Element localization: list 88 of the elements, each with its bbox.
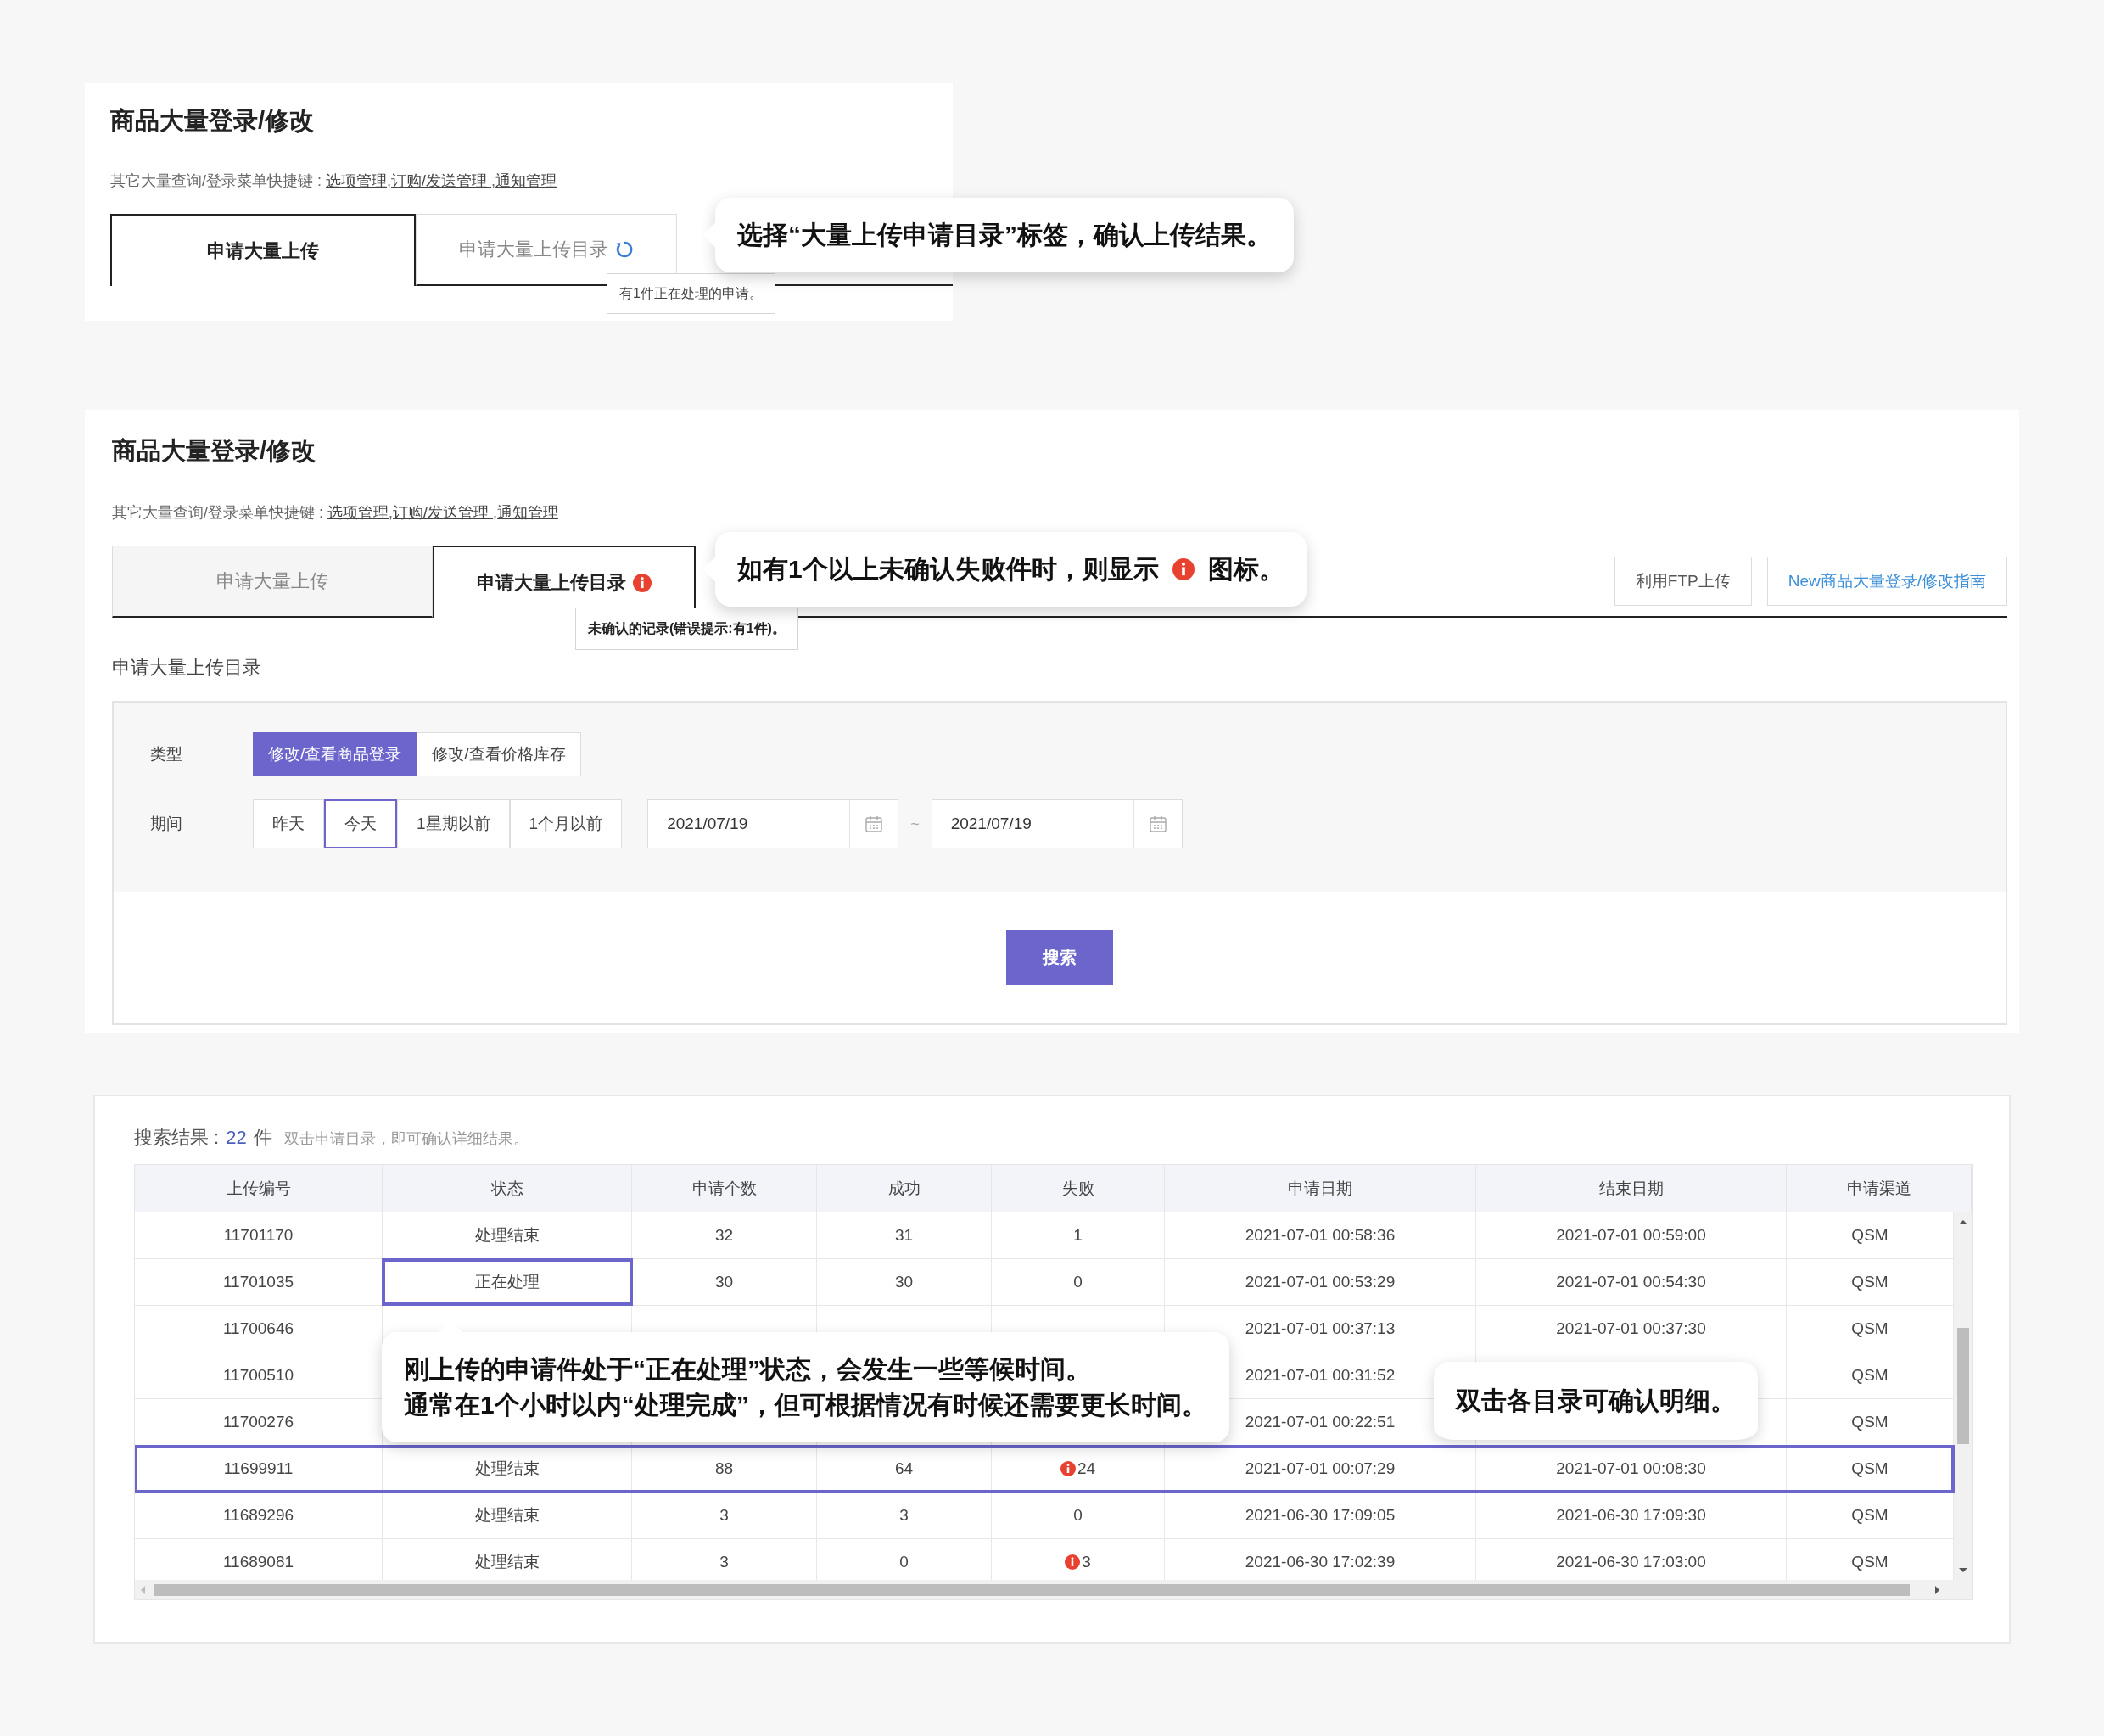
type-option[interactable]: 修改/查看商品登录	[253, 732, 417, 776]
callout-text: 选择“大量上传申请目录”标签，确认上传结果。	[737, 219, 1272, 250]
result-label: 搜索结果 :	[134, 1126, 220, 1150]
filter-label: 期间	[150, 814, 183, 834]
section-title: 申请大量上传目录	[112, 656, 261, 680]
table-cell: 30	[817, 1259, 992, 1305]
shortcut-link[interactable]: 选项管理	[326, 172, 387, 189]
page-title: 商品大量登录/修改	[112, 436, 317, 466]
table-row[interactable]: 11699911 处理结束 88 64 24 2021-07-01 00:07:29 2021-07-01 00:08:30 QSM	[135, 1446, 1954, 1492]
table-cell: 2021-07-01 00:54:30	[1476, 1259, 1787, 1305]
column-header: 失败	[992, 1165, 1165, 1212]
shortcut-link[interactable]: 选项管理	[327, 504, 389, 521]
table-cell: 11701170	[135, 1212, 383, 1258]
tooltip: 未确认的记录(错误提示:有1件)。	[575, 608, 798, 650]
result-hint: 双击申请目录，即可确认详细结果。	[283, 1129, 529, 1149]
vertical-scrollbar[interactable]	[1954, 1212, 1972, 1580]
table-cell: 正在处理	[383, 1259, 632, 1305]
table-cell: 2021-07-01 00:59:00	[1476, 1212, 1787, 1258]
period-option[interactable]: 今天	[324, 799, 397, 848]
table-cell: 2021-07-01 00:08:30	[1476, 1446, 1787, 1492]
shortcut-link[interactable]: 订购/发送管理	[391, 172, 492, 189]
column-header: 上传编号	[135, 1165, 383, 1212]
date-field[interactable]: 2021/07/19	[931, 799, 1183, 848]
column-header: 申请渠道	[1787, 1165, 1972, 1212]
date-field[interactable]: 2021/07/19	[647, 799, 899, 848]
tab[interactable]: 申请大量上传目录	[416, 214, 677, 286]
shortcut-text: 其它大量查询/登录菜单快捷键 : 选项管理,订购/发送管理 ,通知管理	[110, 171, 558, 191]
table-cell: 处理结束	[383, 1212, 632, 1258]
guide-button[interactable]: New商品大量登录/修改指南	[1766, 557, 2007, 606]
table-cell: 2021-06-30 17:09:30	[1476, 1492, 1787, 1538]
calendar-icon	[1148, 815, 1167, 833]
table-row[interactable]: 11689296 处理结束 3 3 0 2021-06-30 17:09:05 2021-06-30 17:09:30 QSM	[135, 1492, 1954, 1539]
column-header: 申请日期	[1165, 1165, 1476, 1212]
column-header: 成功	[817, 1165, 992, 1212]
callout-text: 刚上传的申请件处于“正在处理”状态，会发生一些等候时间。	[404, 1354, 1091, 1385]
table-cell: 2021-07-01 00:58:36	[1165, 1212, 1476, 1258]
table-cell: 处理结束	[383, 1446, 632, 1492]
shortcut-link[interactable]: 通知管理	[497, 504, 559, 521]
callout-text: 如有1个以上未确认失败件时，则显示 图标。	[737, 553, 1285, 585]
tab[interactable]: 申请大量上传	[110, 214, 416, 286]
page-title: 商品大量登录/修改	[110, 106, 316, 136]
table-cell: 3	[632, 1492, 817, 1538]
shortcut-link[interactable]: 订购/发送管理	[393, 504, 494, 521]
table-cell: 11689296	[135, 1492, 383, 1538]
table-cell: 30	[632, 1259, 817, 1305]
table-cell: 处理结束	[383, 1492, 632, 1538]
loading-spinner-icon	[615, 240, 634, 259]
alert-icon	[1060, 1461, 1076, 1476]
table-cell: 2021-07-01 00:37:30	[1476, 1306, 1787, 1352]
table-cell: 11699911	[135, 1446, 383, 1492]
table-cell: 3	[817, 1492, 992, 1538]
result-unit: 件	[253, 1126, 272, 1150]
tab[interactable]: 申请大量上传目录	[433, 546, 696, 618]
table-row[interactable]: 11701170 处理结束 32 31 1 2021-07-01 00:58:36 2021-07-01 00:59:00 QSM	[135, 1212, 1954, 1259]
tooltip: 有1件正在处理的申请。	[607, 273, 775, 314]
table-cell: QSM	[1787, 1446, 1954, 1492]
alert-icon	[1065, 1554, 1081, 1570]
horizontal-scrollbar[interactable]	[135, 1580, 1972, 1599]
range-separator: ~	[910, 815, 920, 833]
table-cell: 24	[992, 1446, 1165, 1492]
period-option[interactable]: 1星期以前	[397, 799, 510, 848]
table-cell: 11701035	[135, 1259, 383, 1305]
type-option[interactable]: 修改/查看价格库存	[417, 732, 581, 776]
calendar-icon	[865, 815, 884, 833]
ftp-upload-button[interactable]: 利用FTP上传	[1614, 557, 1752, 606]
table-cell: 2021-07-01 00:53:29	[1165, 1259, 1476, 1305]
column-header: 状态	[383, 1165, 632, 1212]
column-header: 申请个数	[632, 1165, 817, 1212]
period-option[interactable]: 1个月以前	[509, 799, 623, 848]
period-option[interactable]: 昨天	[253, 799, 324, 848]
table-cell: 2021-07-01 00:07:29	[1165, 1446, 1476, 1492]
alert-icon	[1172, 557, 1195, 580]
shortcut-link[interactable]: 通知管理	[495, 172, 557, 189]
alert-icon	[633, 573, 652, 592]
result-count: 22	[226, 1127, 247, 1149]
table-row[interactable]: 11701035 正在处理 30 30 0 2021-07-01 00:53:29 2021-07-01 00:54:30 QSM	[135, 1259, 1954, 1306]
search-button[interactable]: 搜索	[1006, 930, 1113, 985]
table-cell: 0	[992, 1259, 1165, 1305]
table-cell: 2021-06-30 17:09:05	[1165, 1492, 1476, 1538]
table-cell: 31	[817, 1212, 992, 1258]
column-header: 结束日期	[1476, 1165, 1787, 1212]
shortcut-text: 其它大量查询/登录菜单快捷键 : 选项管理,订购/发送管理 ,通知管理	[112, 503, 560, 523]
table-cell: 32	[632, 1212, 817, 1258]
table-cell: 88	[632, 1446, 817, 1492]
table-cell: 1	[992, 1212, 1165, 1258]
table-cell: 0	[992, 1492, 1165, 1538]
filter-label: 类型	[150, 744, 183, 764]
table-cell: 64	[817, 1446, 992, 1492]
